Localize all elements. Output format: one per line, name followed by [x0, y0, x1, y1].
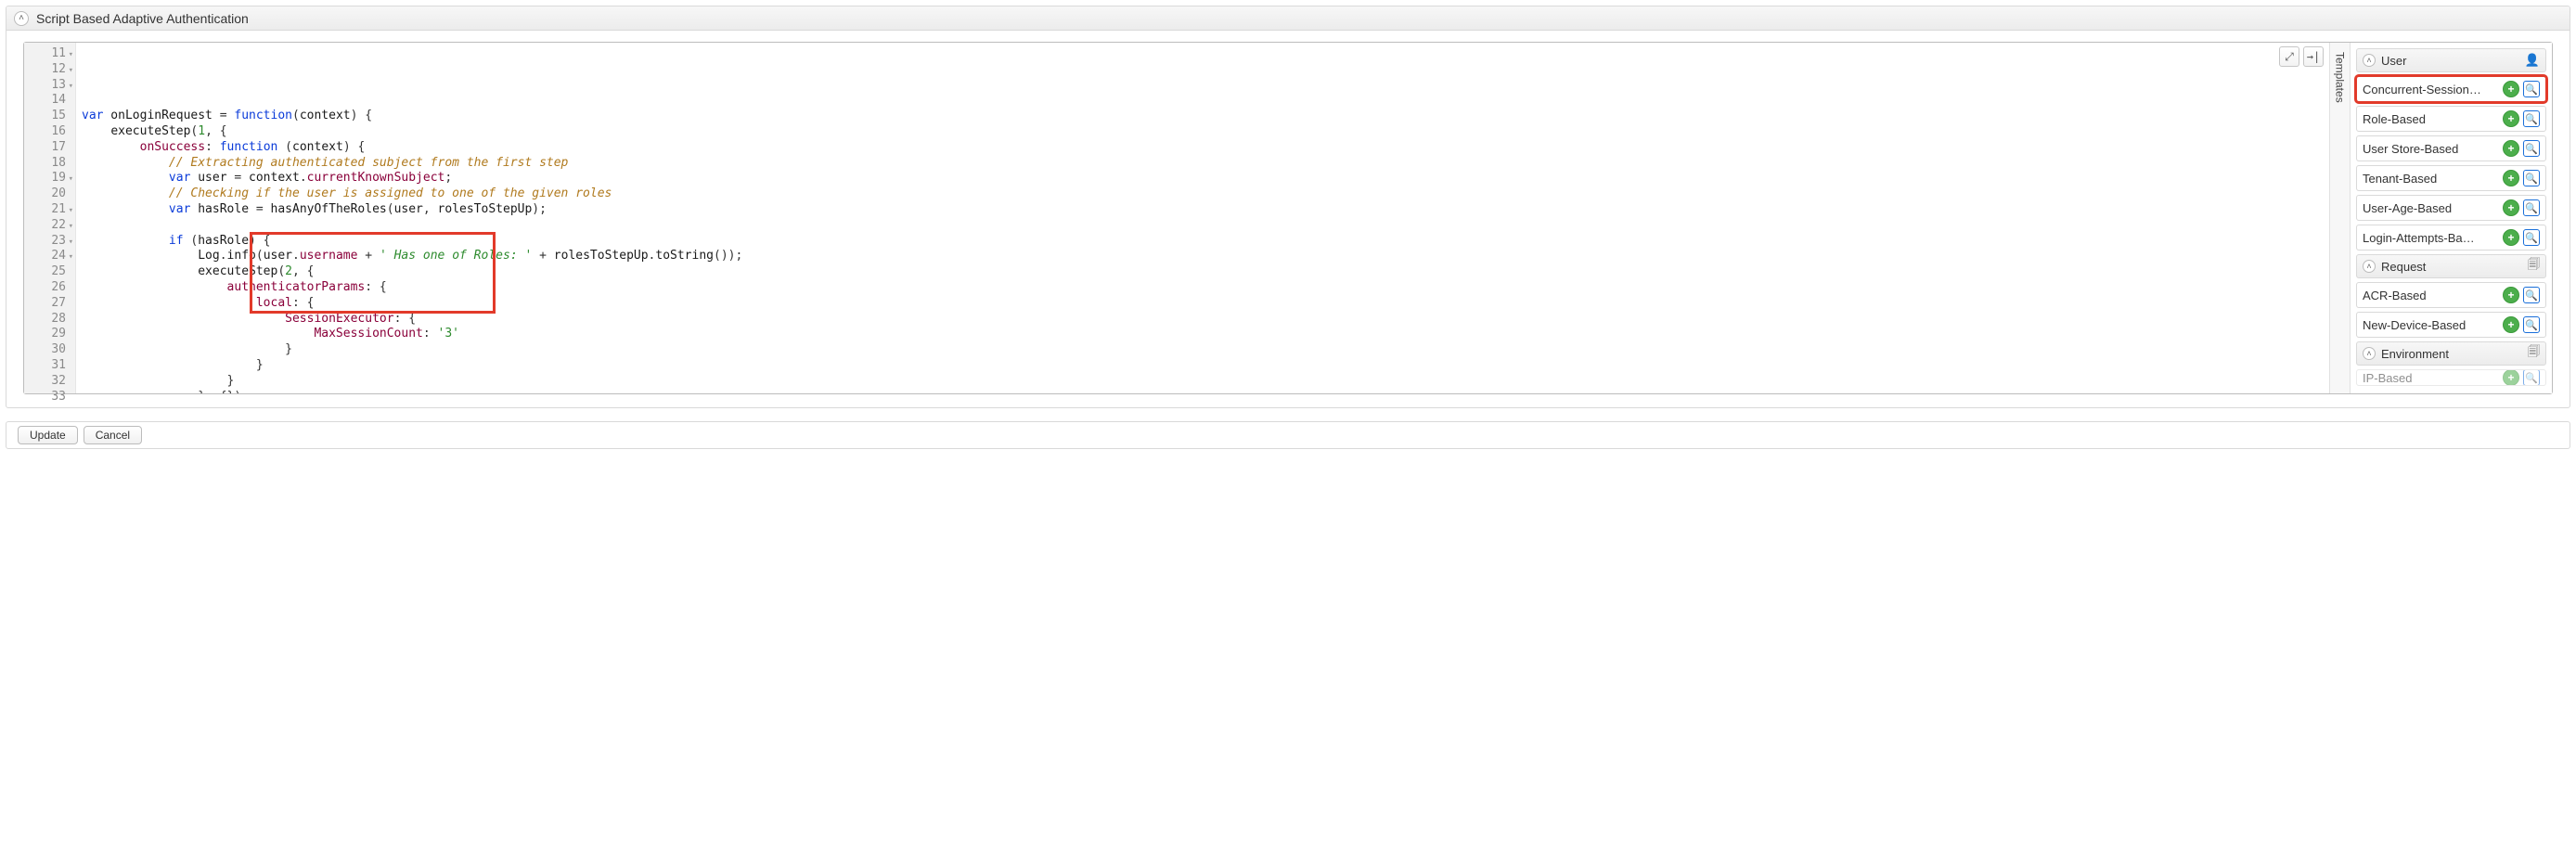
view-template-button[interactable]: 🔍	[2523, 287, 2540, 303]
templates-rail[interactable]: Templates	[2329, 43, 2350, 393]
template-item-label: Concurrent-Session…	[2363, 83, 2499, 96]
template-item[interactable]: New-Device-Based +🔍	[2356, 312, 2546, 338]
template-item-label: ACR-Based	[2363, 289, 2499, 302]
templates-rail-label: Templates	[2334, 52, 2347, 103]
collapse-icon[interactable]: ˄	[14, 11, 29, 26]
template-item[interactable]: Tenant-Based +🔍	[2356, 165, 2546, 191]
chevron-up-icon: ˄	[2363, 260, 2376, 273]
template-item-label: New-Device-Based	[2363, 318, 2499, 332]
code-area[interactable]: ⤢ →| var onLoginRequest = function(conte…	[76, 43, 2329, 393]
template-group-user[interactable]: ˄ User 👤	[2356, 48, 2546, 72]
view-template-button[interactable]: 🔍	[2523, 140, 2540, 157]
template-item[interactable]: Concurrent-Session… +🔍	[2356, 76, 2546, 102]
add-template-button[interactable]: +	[2503, 229, 2519, 246]
template-item[interactable]: User Store-Based +🔍	[2356, 135, 2546, 161]
panel-title: Script Based Adaptive Authentication	[36, 11, 249, 26]
add-template-button[interactable]: +	[2503, 110, 2519, 127]
update-button[interactable]: Update	[18, 426, 78, 444]
script-auth-panel: ˄ Script Based Adaptive Authentication 1…	[6, 6, 2570, 408]
line-number-gutter: 1112131415161718192021222324252627282930…	[24, 43, 76, 393]
template-group-environment[interactable]: ˄ Environment 🗐	[2356, 341, 2546, 366]
template-item-label: Login-Attempts-Ba…	[2363, 231, 2499, 245]
add-template-button[interactable]: +	[2503, 316, 2519, 333]
group-label: User	[2381, 54, 2406, 68]
add-template-button[interactable]: +	[2503, 369, 2519, 386]
add-template-button[interactable]: +	[2503, 81, 2519, 97]
chevron-up-icon: ˄	[2363, 347, 2376, 360]
template-item[interactable]: ACR-Based +🔍	[2356, 282, 2546, 308]
template-item-label: User-Age-Based	[2363, 201, 2499, 215]
request-icon: 🗐	[2528, 256, 2540, 276]
group-label: Environment	[2381, 347, 2449, 361]
add-template-button[interactable]: +	[2503, 170, 2519, 186]
template-item-label: Tenant-Based	[2363, 172, 2499, 186]
view-template-button[interactable]: 🔍	[2523, 369, 2540, 386]
template-group-request[interactable]: ˄ Request 🗐	[2356, 254, 2546, 278]
view-template-button[interactable]: 🔍	[2523, 316, 2540, 333]
template-item[interactable]: Role-Based +🔍	[2356, 106, 2546, 132]
env-icon: 🗐	[2528, 343, 2540, 364]
chevron-up-icon: ˄	[2363, 54, 2376, 67]
view-template-button[interactable]: 🔍	[2523, 170, 2540, 186]
template-item[interactable]: IP-Based +🔍	[2356, 369, 2546, 386]
editor-frame: 1112131415161718192021222324252627282930…	[23, 42, 2553, 394]
template-item[interactable]: User-Age-Based +🔍	[2356, 195, 2546, 221]
template-item-label: IP-Based	[2363, 371, 2499, 385]
cancel-button[interactable]: Cancel	[84, 426, 142, 444]
panel-header: ˄ Script Based Adaptive Authentication	[6, 6, 2570, 31]
view-template-button[interactable]: 🔍	[2523, 110, 2540, 127]
view-template-button[interactable]: 🔍	[2523, 199, 2540, 216]
fullscreen-button[interactable]: ⤢	[2279, 46, 2299, 67]
template-item[interactable]: Login-Attempts-Ba… +🔍	[2356, 225, 2546, 251]
add-template-button[interactable]: +	[2503, 199, 2519, 216]
template-item-label: User Store-Based	[2363, 142, 2499, 156]
view-template-button[interactable]: 🔍	[2523, 229, 2540, 246]
user-icon: 👤	[2525, 53, 2540, 68]
group-label: Request	[2381, 260, 2426, 274]
view-template-button[interactable]: 🔍	[2523, 81, 2540, 97]
template-item-label: Role-Based	[2363, 112, 2499, 126]
templates-panel: ˄User👤Concurrent-Session…+🔍Role-Based+🔍U…	[2350, 43, 2552, 393]
add-template-button[interactable]: +	[2503, 287, 2519, 303]
editor-toolbar: ⤢ →|	[2279, 46, 2324, 67]
editor-wrap: 1112131415161718192021222324252627282930…	[6, 31, 2570, 407]
toggle-sidebar-button[interactable]: →|	[2303, 46, 2324, 67]
footer-bar: Update Cancel	[6, 421, 2570, 449]
add-template-button[interactable]: +	[2503, 140, 2519, 157]
